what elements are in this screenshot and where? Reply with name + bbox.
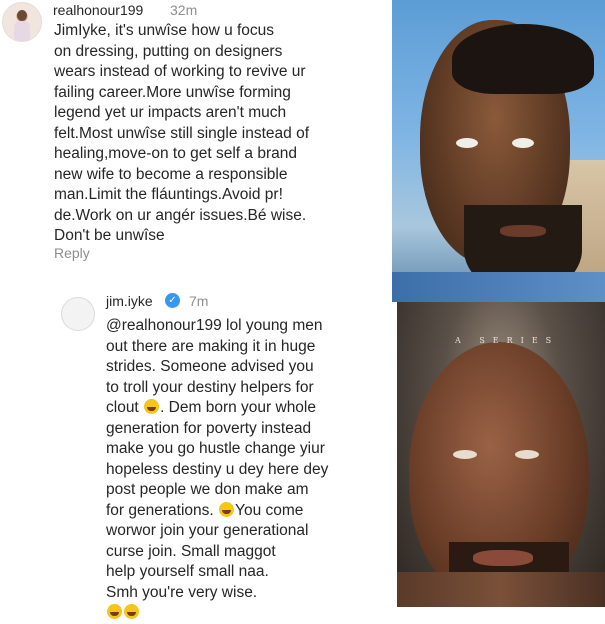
avatar-body	[14, 21, 30, 41]
avatar[interactable]	[61, 297, 95, 331]
laughing-tears-emoji-icon	[107, 604, 122, 619]
mouth	[500, 225, 546, 237]
comment-text: @realhonour199 lol young men out there a…	[106, 316, 388, 624]
photo-top-portrait	[392, 0, 605, 302]
laughing-tears-emoji-icon	[219, 501, 235, 517]
verified-badge-icon: ✓	[165, 293, 180, 308]
comment-timestamp: 7m	[189, 293, 209, 309]
hair	[452, 24, 594, 94]
comment-username[interactable]: realhonour199	[53, 1, 143, 19]
eye	[512, 138, 534, 148]
eye	[456, 138, 478, 148]
comment-timestamp: 32m	[170, 2, 198, 18]
laughing-tears-emoji-icon	[124, 604, 139, 619]
face	[409, 342, 589, 607]
comments-panel: realhonour199 32m JimIyke, it's unwîse h…	[0, 0, 392, 619]
reply-button[interactable]: Reply	[54, 245, 90, 261]
mouth	[473, 550, 533, 566]
avatar-head	[17, 10, 27, 21]
laughing-tears-emoji-icon	[144, 399, 160, 414]
series-overlay-text: A SERIES	[455, 336, 560, 345]
photo-bottom-portrait: A SERIES	[397, 302, 605, 607]
comment-text: JimIyke, it's unwîse how u focus on dres…	[54, 22, 310, 244]
jacket	[397, 572, 605, 607]
eye	[515, 450, 539, 459]
avatar[interactable]	[2, 2, 42, 42]
shirt	[392, 272, 605, 302]
eye	[453, 450, 477, 459]
comment-username[interactable]: jim.iyke	[106, 292, 153, 310]
face	[420, 20, 594, 295]
